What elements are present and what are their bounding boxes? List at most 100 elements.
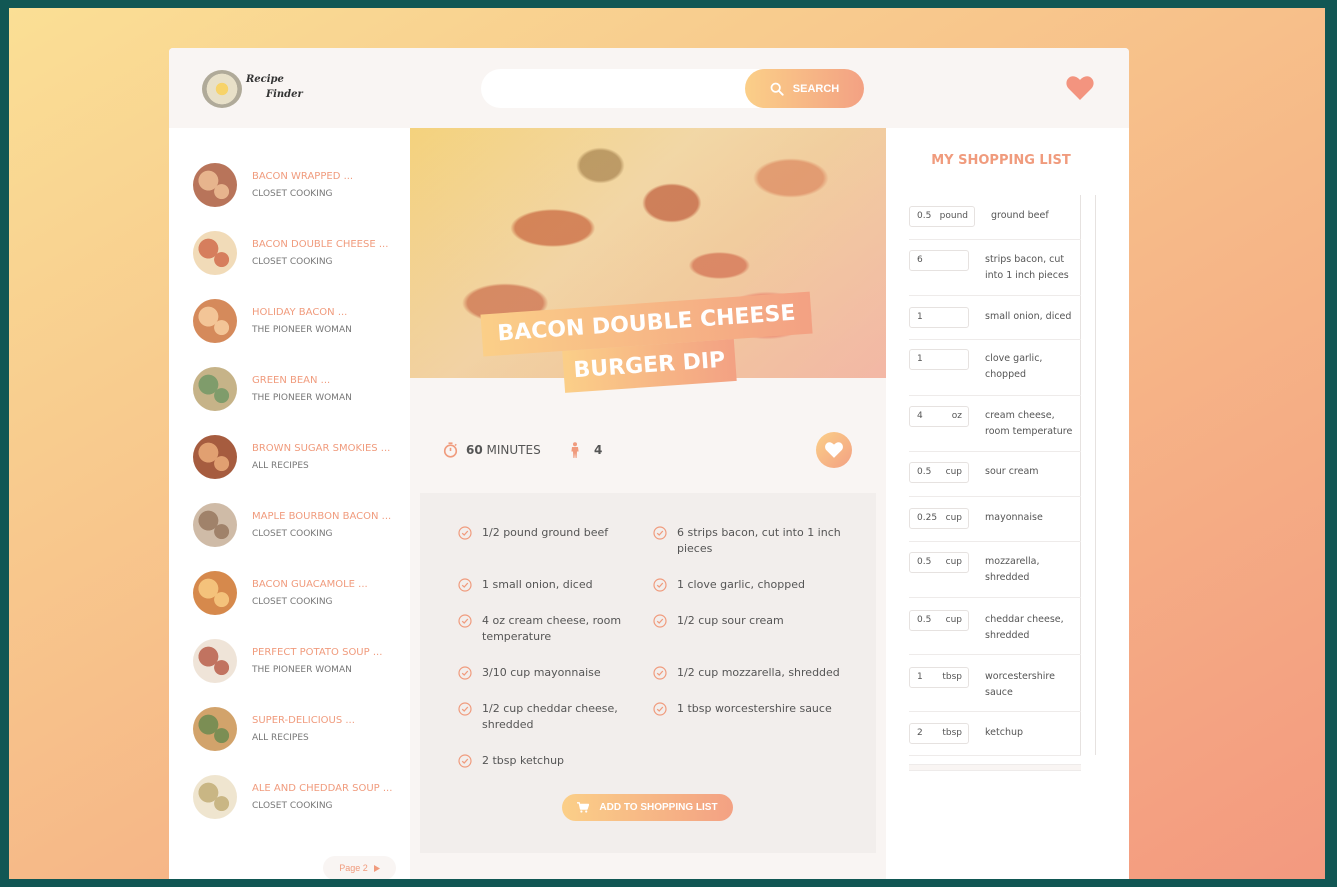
- result-title: MAPLE BOURBON BACON ...: [252, 511, 392, 522]
- result-title: GREEN BEAN ...: [252, 375, 331, 386]
- shopping-item-description: mozzarella, shredded: [985, 556, 1040, 583]
- logo-text-line1: Recipe: [246, 74, 284, 85]
- shopping-list-panel: MY SHOPPING LIST 0.5 pound ground beef 6 str…: [886, 128, 1129, 879]
- result-thumbnail: [193, 775, 237, 819]
- ingredient-text: 1/2 cup sour cream: [677, 614, 784, 627]
- ingredient-item: 1 small onion, diced: [458, 577, 648, 593]
- shopping-item: 0.25 cup mayonnaise: [909, 497, 1081, 542]
- shopping-count-input[interactable]: 6: [909, 250, 969, 271]
- shopping-count-value: 0.25: [917, 513, 938, 523]
- shopping-count-input[interactable]: 4 oz: [909, 406, 969, 427]
- shopping-count-input[interactable]: 0.5 pound: [909, 206, 975, 227]
- ingredient-text: 2 tbsp ketchup: [482, 754, 565, 767]
- result-item[interactable]: BACON DOUBLE CHEESE ... CLOSET COOKING: [193, 231, 403, 277]
- heart-icon[interactable]: [1066, 76, 1094, 100]
- shopping-unit: oz: [951, 411, 962, 421]
- search-button[interactable]: SEARCH: [745, 69, 864, 108]
- result-thumbnail: [193, 231, 237, 275]
- check-circle-icon: [458, 578, 472, 592]
- result-title: HOLIDAY BACON ...: [252, 307, 348, 318]
- check-circle-icon: [653, 666, 667, 680]
- ingredient-item: 4 oz cream cheese, room temperature: [458, 613, 648, 645]
- ingredient-text: 1/2 pound ground beef: [482, 526, 609, 539]
- logo-text-line2: Finder: [266, 89, 303, 100]
- shopping-unit: cup: [945, 557, 962, 567]
- ingredient-text: 1/2 cup cheddar cheese, shredded: [482, 702, 618, 731]
- shopping-count-input[interactable]: 2 tbsp: [909, 723, 969, 744]
- result-item[interactable]: HOLIDAY BACON ... THE PIONEER WOMAN: [193, 299, 403, 345]
- shopping-count-value: 0.5: [917, 615, 932, 625]
- result-author: ALL RECIPES: [252, 461, 309, 471]
- result-title: SUPER-DELICIOUS ...: [252, 715, 355, 726]
- add-to-shopping-list-button[interactable]: ADD TO SHOPPING LIST: [562, 794, 733, 821]
- result-item[interactable]: PERFECT POTATO SOUP ... THE PIONEER WOMAN: [193, 639, 403, 685]
- next-page-button[interactable]: Page 2: [323, 856, 396, 879]
- check-circle-icon: [458, 614, 472, 628]
- shopping-count-input[interactable]: 0.5 cup: [909, 610, 969, 631]
- shopping-unit: pound: [939, 211, 968, 221]
- ingredient-text: 4 oz cream cheese, room temperature: [482, 614, 622, 643]
- shopping-count-input[interactable]: 1 tbsp: [909, 667, 969, 688]
- shopping-item-description: sour cream: [985, 466, 1039, 477]
- results-sidebar: BACON WRAPPED ... CLOSET COOKING BACON DOU…: [169, 128, 410, 879]
- result-author: CLOSET COOKING: [252, 597, 333, 607]
- result-title: BACON WRAPPED ...: [252, 171, 354, 182]
- shopping-item-description: cream cheese, room temperature: [985, 410, 1073, 437]
- shopping-list-footer: [909, 764, 1081, 771]
- shopping-item-description: clove garlic, chopped: [985, 353, 1043, 380]
- shopping-list-title: MY SHOPPING LIST: [931, 153, 1071, 168]
- result-item[interactable]: BACON WRAPPED ... CLOSET COOKING: [193, 163, 403, 209]
- shopping-count-input[interactable]: 0.5 cup: [909, 462, 969, 483]
- result-thumbnail: [193, 299, 237, 343]
- ingredient-text: 1 tbsp worcestershire sauce: [677, 702, 832, 715]
- result-item[interactable]: GREEN BEAN ... THE PIONEER WOMAN: [193, 367, 403, 413]
- ingredient-item: 2 tbsp ketchup: [458, 753, 648, 769]
- result-title: ALE AND CHEDDAR SOUP ...: [252, 783, 393, 794]
- recipe-love-button[interactable]: [816, 432, 852, 468]
- result-thumbnail: [193, 163, 237, 207]
- shopping-count-input[interactable]: 0.25 cup: [909, 508, 969, 529]
- result-author: THE PIONEER WOMAN: [252, 665, 352, 675]
- result-author: THE PIONEER WOMAN: [252, 325, 352, 335]
- result-item[interactable]: SUPER-DELICIOUS ... ALL RECIPES: [193, 707, 403, 753]
- shopping-item-description: worcestershire sauce: [985, 671, 1055, 698]
- ingredient-text: 6 strips bacon, cut into 1 inch pieces: [677, 526, 841, 555]
- recipe-time-value: 60: [466, 443, 483, 457]
- ingredient-text: 1 small onion, diced: [482, 578, 593, 591]
- shopping-item: 0.5 cup cheddar cheese, shredded: [909, 598, 1081, 655]
- search-button-label: SEARCH: [792, 82, 840, 95]
- search-input[interactable]: [481, 69, 743, 108]
- shopping-unit: cup: [945, 467, 962, 477]
- check-circle-icon: [653, 702, 667, 716]
- shopping-unit: tbsp: [942, 672, 962, 682]
- shopping-count-value: 4: [917, 411, 923, 421]
- app-container: Recipe Finder SEARCH BACON WRAPPED ... CL…: [169, 48, 1129, 879]
- result-thumbnail: [193, 707, 237, 751]
- stopwatch-icon: [443, 442, 458, 458]
- shopping-count-input[interactable]: 1: [909, 349, 969, 370]
- result-item[interactable]: ALE AND CHEDDAR SOUP ... CLOSET COOKING: [193, 775, 403, 821]
- recipe-servings-value: 4: [594, 443, 603, 457]
- shopping-item-description: strips bacon, cut into 1 inch pieces: [985, 254, 1069, 281]
- next-page-label: Page 2: [339, 863, 368, 873]
- shopping-count-value: 0.5: [917, 211, 932, 221]
- result-item[interactable]: BROWN SUGAR SMOKIES ... ALL RECIPES: [193, 435, 403, 481]
- shopping-item-description: cheddar cheese, shredded: [985, 614, 1064, 641]
- result-thumbnail: [193, 571, 237, 615]
- shopping-count-value: 1: [917, 312, 923, 322]
- shopping-count-input[interactable]: 1: [909, 307, 969, 328]
- shopping-item: 0.5 pound ground beef: [909, 195, 1081, 240]
- cart-icon: [577, 802, 590, 813]
- shopping-list-scrollbar[interactable]: [1095, 195, 1096, 755]
- person-icon: [571, 442, 579, 458]
- shopping-unit: cup: [945, 615, 962, 625]
- ingredient-item: 1/2 pound ground beef: [458, 525, 648, 541]
- shopping-unit: tbsp: [942, 728, 962, 738]
- result-thumbnail: [193, 367, 237, 411]
- result-item[interactable]: MAPLE BOURBON BACON ... CLOSET COOKING: [193, 503, 403, 549]
- result-author: CLOSET COOKING: [252, 257, 333, 267]
- shopping-count-input[interactable]: 0.5 cup: [909, 552, 969, 573]
- ingredient-item: 1 tbsp worcestershire sauce: [653, 701, 843, 717]
- check-circle-icon: [458, 666, 472, 680]
- result-item[interactable]: BACON GUACAMOLE ... CLOSET COOKING: [193, 571, 403, 617]
